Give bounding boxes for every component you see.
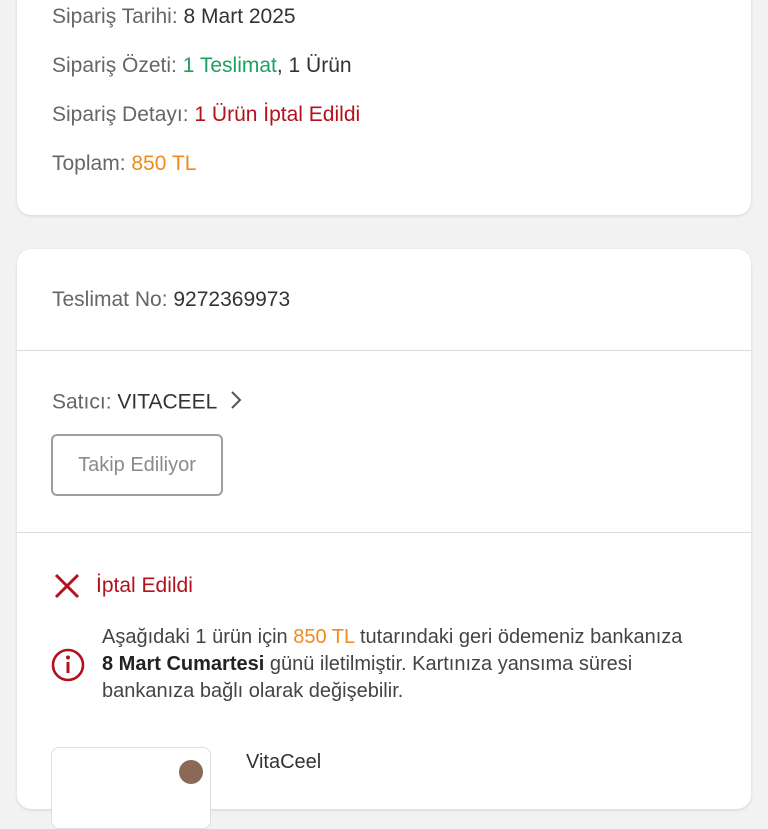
cancelled-status-label: İptal Edildi [96,574,193,597]
refund-amount: 850 TL [293,626,355,648]
seller-name: VITACEEL [117,390,217,414]
order-overview-label: Sipariş Özeti: [52,54,177,77]
order-summary-card: Sipariş Tarihi: 8 Mart 2025 Sipariş Özet… [17,0,751,215]
delivery-number-label: Teslimat No: [52,288,168,311]
divider [17,532,751,533]
order-overview-items: , 1 Ürün [276,54,352,77]
order-date-row: Sipariş Tarihi: 8 Mart 2025 [52,5,296,29]
order-detail-label: Sipariş Detayı: [52,103,189,126]
order-detail-row: Sipariş Detayı: 1 Ürün İptal Edildi [52,103,360,127]
order-total-value: 850 TL [131,152,197,175]
refund-message: Aşağıdaki 1 ürün için 850 TL tutarındaki… [102,624,692,705]
delivery-number-row: Teslimat No: 9272369973 [52,288,290,312]
order-total-row: Toplam: 850 TL [52,152,196,176]
divider [17,350,751,351]
chevron-right-icon [230,390,242,416]
order-date-label: Sipariş Tarihi: [52,5,178,28]
order-overview-row: Sipariş Özeti: 1 Teslimat, 1 Ürün [52,54,352,78]
delivery-number-value: 9272369973 [173,288,291,311]
product-image[interactable] [51,747,211,829]
product-image-content [179,760,203,784]
close-icon [53,572,81,605]
seller-label: Satıcı: [52,390,112,414]
refund-text-part1: Aşağıdaki 1 ürün için [102,626,294,648]
order-overview-deliveries: 1 Teslimat [182,54,277,77]
order-date-value: 8 Mart 2025 [183,5,296,28]
product-brand: VitaCeel [246,751,322,773]
order-detail-value: 1 Ürün İptal Edildi [194,103,361,126]
seller-link[interactable]: Satıcı: VITACEEL [52,390,242,416]
info-icon [51,648,85,687]
order-total-label: Toplam: [52,152,126,175]
refund-text-part2: tutarındaki geri ödemeniz bankanıza [354,626,683,648]
refund-date: 8 Mart Cumartesi [102,653,265,675]
delivery-card: Teslimat No: 9272369973 Satıcı: VITACEEL… [17,249,751,829]
follow-seller-button[interactable]: Takip Ediliyor [51,434,223,496]
